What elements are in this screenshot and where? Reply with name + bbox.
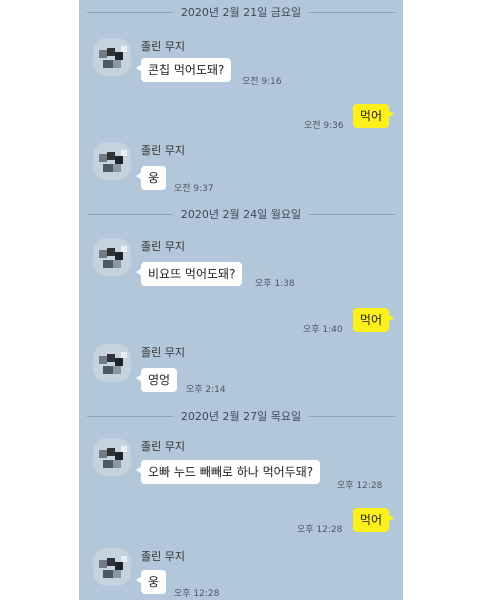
sender-name: 졸린 무지	[141, 550, 185, 563]
message-time: 오후 12:28	[174, 589, 220, 599]
date-divider: 2020년 2월 21일 금요일	[79, 4, 403, 20]
message-time: 오전 9:16	[242, 77, 282, 87]
sender-name: 졸린 무지	[141, 346, 185, 359]
date-label: 2020년 2월 27일 목요일	[180, 410, 302, 423]
avatar[interactable]	[93, 238, 131, 276]
sender-name: 졸린 무지	[141, 40, 185, 53]
pixelated-avatar-icon	[93, 438, 131, 476]
message-time: 오전 9:37	[174, 184, 214, 194]
sender-name: 졸린 무지	[141, 240, 185, 253]
message-time: 오후 12:28	[337, 481, 383, 491]
divider-line	[87, 213, 173, 215]
date-label: 2020년 2월 21일 금요일	[180, 6, 302, 19]
pixelated-avatar-icon	[93, 548, 131, 586]
divider-line	[309, 415, 396, 417]
message-bubble-sent[interactable]: 먹어	[352, 308, 395, 332]
avatar[interactable]	[93, 38, 131, 76]
date-divider: 2020년 2월 27일 목요일	[79, 408, 403, 424]
pixelated-avatar-icon	[93, 142, 131, 180]
avatar[interactable]	[93, 548, 131, 586]
message-bubble[interactable]: 웅	[135, 166, 167, 190]
date-label: 2020년 2월 24일 월요일	[180, 208, 302, 221]
pixelated-avatar-icon	[93, 344, 131, 382]
divider-line	[87, 11, 173, 13]
pixelated-avatar-icon	[93, 238, 131, 276]
date-divider: 2020년 2월 24일 월요일	[79, 206, 403, 222]
sender-name: 졸린 무지	[141, 440, 185, 453]
message-bubble[interactable]: 비요뜨 먹어도돼?	[135, 262, 243, 286]
message-time: 오후 12:28	[297, 525, 343, 535]
message-time: 오전 9:36	[304, 121, 344, 131]
chat-window: 2020년 2월 21일 금요일 졸린 무지 콘칩 먹어도돼? 오전 9:16 …	[79, 0, 403, 600]
divider-line	[309, 213, 396, 215]
avatar[interactable]	[93, 344, 131, 382]
message-bubble[interactable]: 영엉	[135, 368, 178, 392]
message-time: 오후 2:14	[186, 385, 226, 395]
divider-line	[309, 11, 396, 13]
divider-line	[87, 415, 173, 417]
avatar[interactable]	[93, 142, 131, 180]
avatar[interactable]	[93, 438, 131, 476]
sender-name: 졸린 무지	[141, 144, 185, 157]
message-bubble-sent[interactable]: 먹어	[352, 508, 395, 532]
message-time: 오후 1:38	[255, 279, 295, 289]
pixelated-avatar-icon	[93, 38, 131, 76]
message-bubble-sent[interactable]: 먹어	[352, 104, 395, 128]
message-bubble[interactable]: 웅	[135, 570, 167, 594]
message-bubble[interactable]: 콘칩 먹어도돼?	[135, 58, 232, 82]
message-bubble[interactable]: 오빠 누드 빼빼로 하나 먹어두돼?	[135, 460, 321, 484]
message-time: 오후 1:40	[303, 325, 343, 335]
